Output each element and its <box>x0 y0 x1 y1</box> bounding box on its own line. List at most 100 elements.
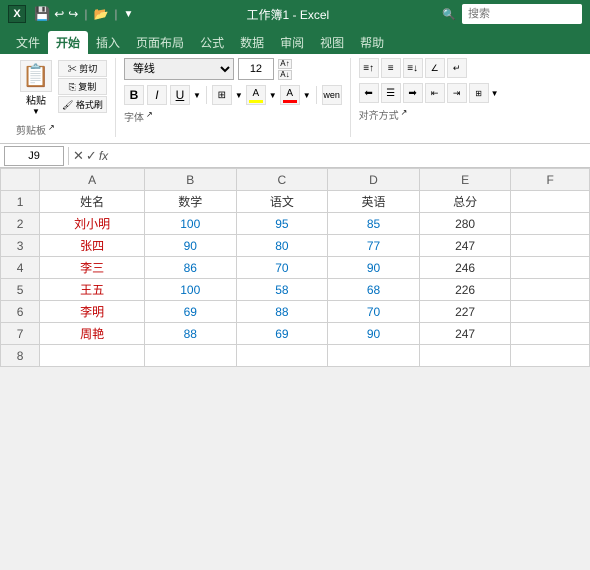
cell-r5c2[interactable]: 58 <box>236 279 328 301</box>
cell-r2c3[interactable]: 85 <box>328 213 420 235</box>
tab-review[interactable]: 审阅 <box>272 31 312 54</box>
clipboard-expand-icon[interactable]: ↗ <box>48 123 55 132</box>
cell-r2c0[interactable]: 刘小明 <box>40 213 145 235</box>
cell-r3c5[interactable] <box>511 235 590 257</box>
row-number-2[interactable]: 2 <box>1 213 40 235</box>
col-header-E[interactable]: E <box>419 169 511 191</box>
cell-r4c3[interactable]: 90 <box>328 257 420 279</box>
cell-r3c1[interactable]: 90 <box>144 235 236 257</box>
paste-dropdown[interactable]: ▼ <box>32 107 40 116</box>
italic-button[interactable]: I <box>147 85 167 105</box>
wrap-text-button2[interactable]: ↵ <box>447 58 467 78</box>
toolbar-dropdown-icon[interactable]: ▼ <box>124 9 134 20</box>
tab-view[interactable]: 视图 <box>312 31 352 54</box>
cell-r2c5[interactable] <box>511 213 590 235</box>
merge-dropdown[interactable]: ▼ <box>491 89 499 98</box>
cell-r8c1[interactable] <box>144 345 236 367</box>
undo-icon[interactable]: ↩ <box>54 7 64 21</box>
cell-r5c0[interactable]: 王五 <box>40 279 145 301</box>
cut-button[interactable]: ✂ 剪切 <box>58 60 107 77</box>
tab-file[interactable]: 文件 <box>8 31 48 54</box>
open-folder-icon[interactable]: 📂 <box>93 7 108 21</box>
cell-r7c3[interactable]: 90 <box>328 323 420 345</box>
border-button[interactable]: ⊞ <box>212 85 232 105</box>
cell-r1c4[interactable]: 总分 <box>419 191 511 213</box>
paste-button[interactable]: 📋 粘贴 ▼ <box>16 58 56 118</box>
col-header-F[interactable]: F <box>511 169 590 191</box>
cell-r5c1[interactable]: 100 <box>144 279 236 301</box>
cell-r7c2[interactable]: 69 <box>236 323 328 345</box>
align-right-button[interactable]: ➡ <box>403 83 423 103</box>
cell-r1c0[interactable]: 姓名 <box>40 191 145 213</box>
decrease-indent-button[interactable]: ⇤ <box>425 83 445 103</box>
insert-function-icon[interactable]: fx <box>99 149 108 163</box>
cell-r5c4[interactable]: 226 <box>419 279 511 301</box>
tab-formulas[interactable]: 公式 <box>192 31 232 54</box>
row-number-4[interactable]: 4 <box>1 257 40 279</box>
cell-r1c1[interactable]: 数学 <box>144 191 236 213</box>
cell-r1c3[interactable]: 英语 <box>328 191 420 213</box>
cell-reference-box[interactable] <box>4 146 64 166</box>
row-number-7[interactable]: 7 <box>1 323 40 345</box>
cell-r6c3[interactable]: 70 <box>328 301 420 323</box>
cancel-formula-icon[interactable]: ✕ <box>73 148 84 164</box>
col-header-C[interactable]: C <box>236 169 328 191</box>
save-icon[interactable]: 💾 <box>34 6 50 22</box>
row-number-5[interactable]: 5 <box>1 279 40 301</box>
cell-r8c5[interactable] <box>511 345 590 367</box>
row-number-3[interactable]: 3 <box>1 235 40 257</box>
font-color-button[interactable]: A <box>280 85 300 105</box>
cell-r7c5[interactable] <box>511 323 590 345</box>
cell-r6c2[interactable]: 88 <box>236 301 328 323</box>
cell-r3c2[interactable]: 80 <box>236 235 328 257</box>
cell-r4c5[interactable] <box>511 257 590 279</box>
cell-r8c2[interactable] <box>236 345 328 367</box>
cell-r6c0[interactable]: 李明 <box>40 301 145 323</box>
merge-center-button[interactable]: ⊞ <box>469 83 489 103</box>
cell-r1c5[interactable] <box>511 191 590 213</box>
cell-r3c3[interactable]: 77 <box>328 235 420 257</box>
row-number-1[interactable]: 1 <box>1 191 40 213</box>
col-header-B[interactable]: B <box>144 169 236 191</box>
cell-r2c4[interactable]: 280 <box>419 213 511 235</box>
font-size-decrease[interactable]: A↓ <box>278 70 292 80</box>
cell-r1c2[interactable]: 语文 <box>236 191 328 213</box>
cell-r4c4[interactable]: 246 <box>419 257 511 279</box>
text-angle-button[interactable]: ∠ <box>425 58 445 78</box>
increase-indent-button[interactable]: ⇥ <box>447 83 467 103</box>
align-bottom-button[interactable]: ≡↓ <box>403 58 423 78</box>
font-expand-icon[interactable]: ↗ <box>146 110 153 119</box>
format-painter-button[interactable]: 🖌 格式刷 <box>58 96 107 113</box>
formula-input[interactable] <box>112 146 586 166</box>
cell-r7c1[interactable]: 88 <box>144 323 236 345</box>
align-top-button[interactable]: ≡↑ <box>359 58 379 78</box>
cell-r8c4[interactable] <box>419 345 511 367</box>
col-header-D[interactable]: D <box>328 169 420 191</box>
search-input[interactable] <box>462 4 582 24</box>
tab-data[interactable]: 数据 <box>232 31 272 54</box>
tab-help[interactable]: 帮助 <box>352 31 392 54</box>
cell-r8c0[interactable] <box>40 345 145 367</box>
cell-r8c3[interactable] <box>328 345 420 367</box>
align-left-button[interactable]: ⬅ <box>359 83 379 103</box>
copy-button[interactable]: ⎘ 复制 <box>58 78 107 95</box>
cell-r4c0[interactable]: 李三 <box>40 257 145 279</box>
border-dropdown[interactable]: ▼ <box>235 91 243 100</box>
cell-r6c4[interactable]: 227 <box>419 301 511 323</box>
wrap-text-button[interactable]: wen <box>322 85 342 105</box>
underline-dropdown[interactable]: ▼ <box>193 91 201 100</box>
tab-home[interactable]: 开始 <box>48 31 88 54</box>
row-number-6[interactable]: 6 <box>1 301 40 323</box>
cell-r7c0[interactable]: 周艳 <box>40 323 145 345</box>
redo-icon[interactable]: ↪ <box>68 7 78 21</box>
cell-r5c5[interactable] <box>511 279 590 301</box>
underline-button[interactable]: U <box>170 85 190 105</box>
fill-color-button[interactable]: A <box>246 85 266 105</box>
col-header-A[interactable]: A <box>40 169 145 191</box>
fill-color-dropdown[interactable]: ▼ <box>269 91 277 100</box>
cell-r6c5[interactable] <box>511 301 590 323</box>
row-number-8[interactable]: 8 <box>1 345 40 367</box>
cell-r5c3[interactable]: 68 <box>328 279 420 301</box>
align-middle-button[interactable]: ≡ <box>381 58 401 78</box>
align-center-button[interactable]: ☰ <box>381 83 401 103</box>
